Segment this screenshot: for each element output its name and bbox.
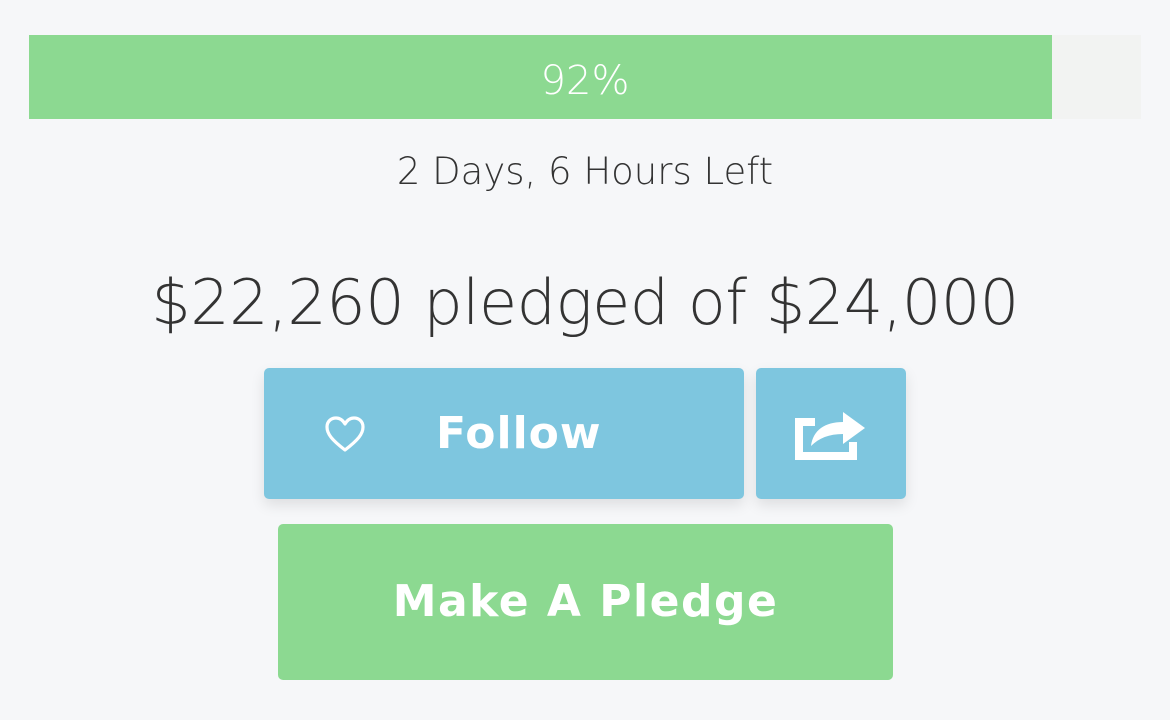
follow-button[interactable]: Follow: [264, 368, 744, 499]
make-pledge-button[interactable]: Make A Pledge: [278, 524, 893, 680]
time-left-text: 2 Days, 6 Hours Left: [396, 150, 774, 193]
share-button[interactable]: [756, 368, 906, 499]
pledged-amount-text: $22,260 pledged of $24,000: [151, 266, 1019, 339]
campaign-funding-panel: 92% 2 Days, 6 Hours Left $22,260 pledged…: [0, 0, 1170, 720]
share-icon: [795, 412, 865, 460]
funding-progress-label: 92%: [540, 58, 630, 104]
follow-button-label: Follow: [436, 408, 602, 459]
heart-outline-icon: [325, 416, 365, 452]
funding-progress-bar: 92%: [29, 35, 1141, 119]
